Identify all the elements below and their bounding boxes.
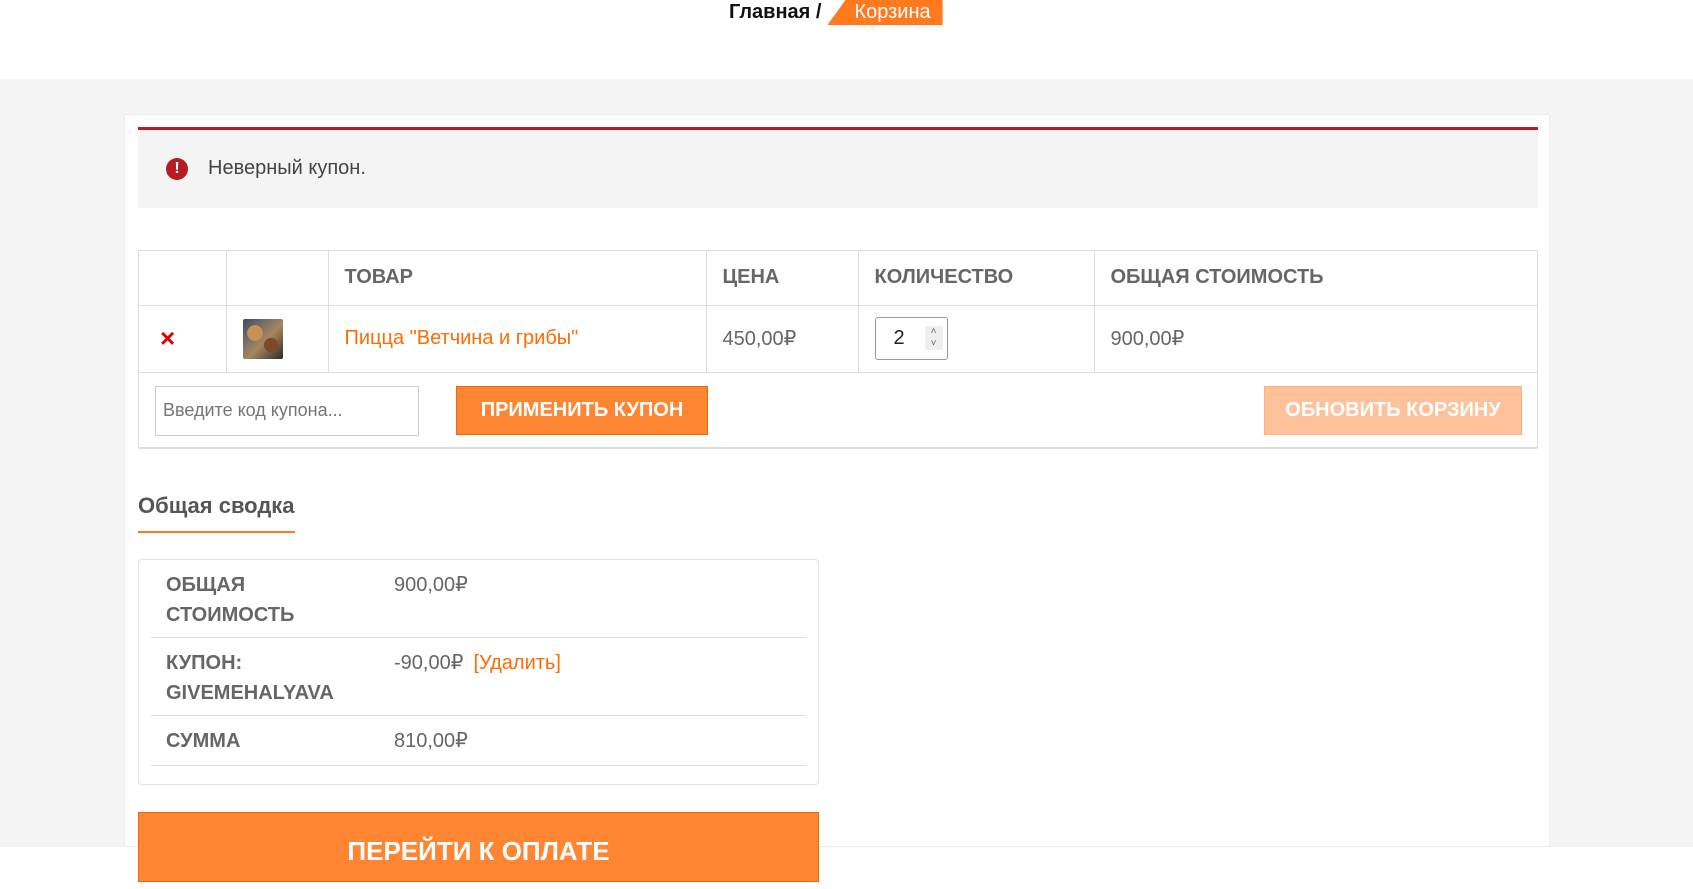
- breadcrumb-current: Корзина: [827, 0, 943, 25]
- cart-panel: ! Неверный купон. ТОВАР ЦЕНА КОЛИЧЕСТВО …: [124, 114, 1550, 882]
- quantity-stepper[interactable]: 2 ˄ ˅: [874, 317, 948, 360]
- remove-item-icon[interactable]: ×: [160, 323, 175, 354]
- coupon-input[interactable]: [155, 385, 419, 436]
- product-price: 450,00₽: [706, 305, 859, 373]
- header-remove: [139, 251, 227, 306]
- header-thumbnail: [226, 251, 329, 306]
- header-subtotal: ОБЩАЯ СТОИМОСТЬ: [1094, 251, 1537, 306]
- cart-actions-row: ПРИМЕНИТЬ КУПОН ОБНОВИТЬ КОРЗИНУ: [139, 372, 1537, 448]
- product-link[interactable]: Пицца "Ветчина и грибы": [345, 327, 579, 349]
- total-label: СУММА: [166, 730, 241, 752]
- cart-table: ТОВАР ЦЕНА КОЛИЧЕСТВО ОБЩАЯ СТОИМОСТЬ × …: [138, 250, 1538, 449]
- quantity-value: 2: [893, 327, 905, 349]
- table-header-row: ТОВАР ЦЕНА КОЛИЧЕСТВО ОБЩАЯ СТОИМОСТЬ: [139, 251, 1537, 306]
- total-row: СУММА 810,00₽: [151, 716, 806, 766]
- coupon-value-wrap: -90,00₽ [Удалить]: [394, 648, 561, 678]
- checkout-button[interactable]: ПЕРЕЙТИ К ОПЛАТЕ: [138, 812, 819, 882]
- apply-coupon-button[interactable]: ПРИМЕНИТЬ КУПОН: [456, 385, 708, 435]
- subtotal-row: ОБЩАЯ СТОИМОСТЬ 900,00₽: [151, 560, 806, 638]
- coupon-value: -90,00₽: [394, 652, 464, 674]
- remove-coupon-link[interactable]: [Удалить]: [473, 652, 560, 674]
- total-value: 810,00₽: [394, 730, 468, 752]
- header-product: ТОВАР: [328, 251, 707, 306]
- error-icon: !: [166, 158, 188, 180]
- coupon-row: КУПОН: GIVEMEHALYAVA -90,00₽ [Удалить]: [151, 638, 806, 716]
- header-quantity: КОЛИЧЕСТВО: [858, 251, 1095, 306]
- page-header: Главная / Корзина: [0, 0, 1693, 79]
- subtotal-value: 900,00₽: [394, 574, 468, 596]
- update-cart-button[interactable]: ОБНОВИТЬ КОРЗИНУ: [1264, 385, 1522, 435]
- spinner-icon[interactable]: ˄ ˅: [924, 326, 943, 350]
- table-row: × Пицца "Ветчина и грибы" 450,00₽ 2 ˄ ˅ 9…: [139, 305, 1537, 373]
- header-price: ЦЕНА: [706, 251, 859, 306]
- product-thumbnail[interactable]: [242, 318, 283, 359]
- breadcrumb: Главная / Корзина: [729, 0, 943, 25]
- coupon-label: КУПОН: GIVEMEHALYAVA: [166, 652, 334, 704]
- breadcrumb-home[interactable]: Главная /: [729, 1, 827, 24]
- subtotal-label: ОБЩАЯ СТОИМОСТЬ: [166, 574, 295, 626]
- cart-totals: ОБЩАЯ СТОИМОСТЬ 900,00₽ КУПОН: GIVEMEHAL…: [138, 559, 819, 785]
- summary-title: Общая сводка: [138, 493, 295, 533]
- error-notice: ! Неверный купон.: [138, 127, 1538, 208]
- error-notice-text: Неверный купон.: [208, 157, 366, 179]
- product-subtotal: 900,00₽: [1094, 305, 1537, 373]
